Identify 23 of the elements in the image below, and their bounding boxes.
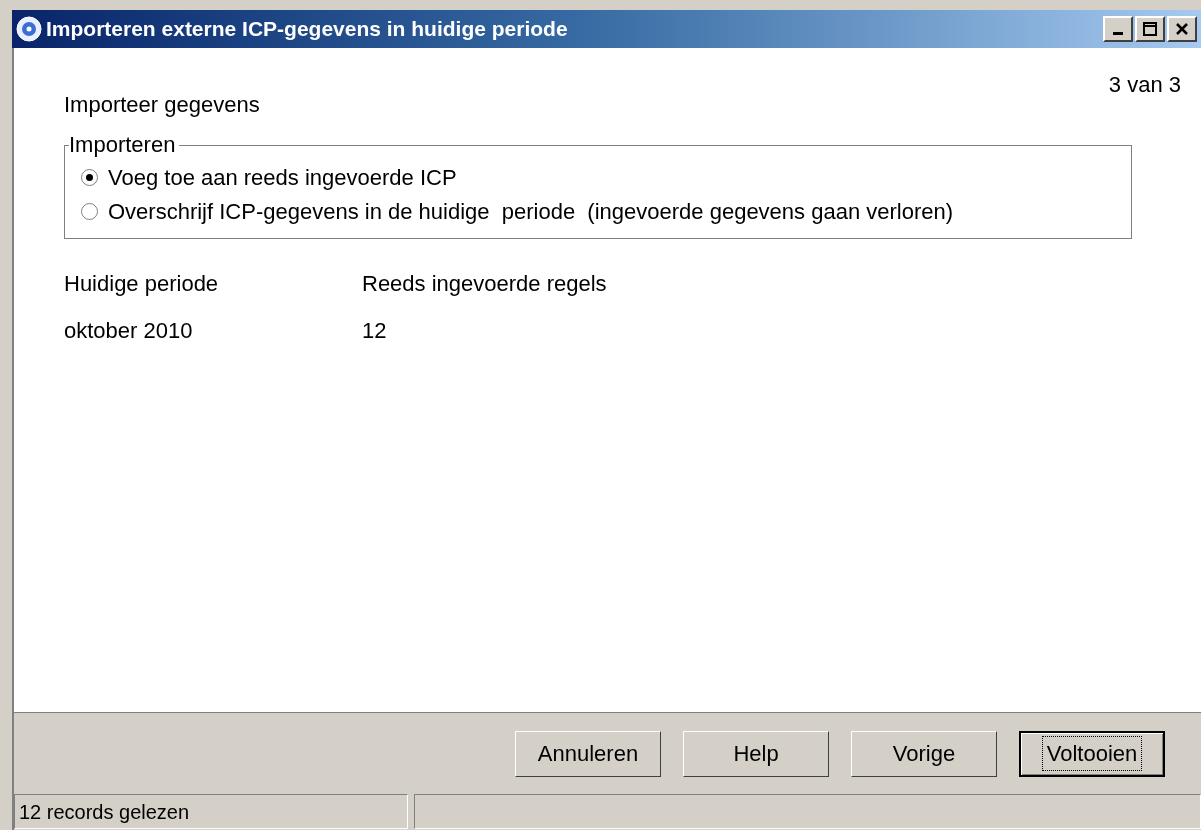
maximize-button[interactable] (1135, 16, 1165, 42)
minimize-button[interactable] (1103, 16, 1133, 42)
dialog-button[interactable]: Vorige (851, 730, 997, 777)
minimize-icon (1113, 31, 1123, 35)
close-button[interactable] (1167, 16, 1197, 42)
window-title: Importeren externe ICP-gegevens in huidige periode (46, 16, 568, 43)
radio-label[interactable]: Overschrijf ICP-gegevens in de huidige periode (ingevoerde gegevens gaan verloren) (108, 194, 954, 228)
radio-label[interactable]: Voeg toe aan reeds ingevoerde ICP (108, 160, 457, 194)
field-value: 12 (362, 317, 388, 345)
field-value: oktober 2010 (64, 317, 194, 345)
disc-icon (16, 16, 42, 42)
radio-button[interactable] (81, 202, 98, 220)
dialog-button[interactable]: Voltooien (1019, 730, 1165, 777)
close-icon (1176, 23, 1188, 35)
field-label: Huidige periode (64, 270, 220, 298)
dialog-button[interactable]: Help (683, 730, 829, 777)
status-text: 12 records gelezen (14, 794, 408, 829)
step-indicator: 3 van 3 (1108, 71, 1181, 99)
heading: Importeer gegevens (64, 91, 261, 119)
field-label: Reeds ingevoerde regels (362, 270, 608, 298)
radio-button[interactable] (81, 168, 98, 186)
maximize-icon (1143, 22, 1157, 36)
dialog-button[interactable]: Annuleren (515, 730, 661, 777)
